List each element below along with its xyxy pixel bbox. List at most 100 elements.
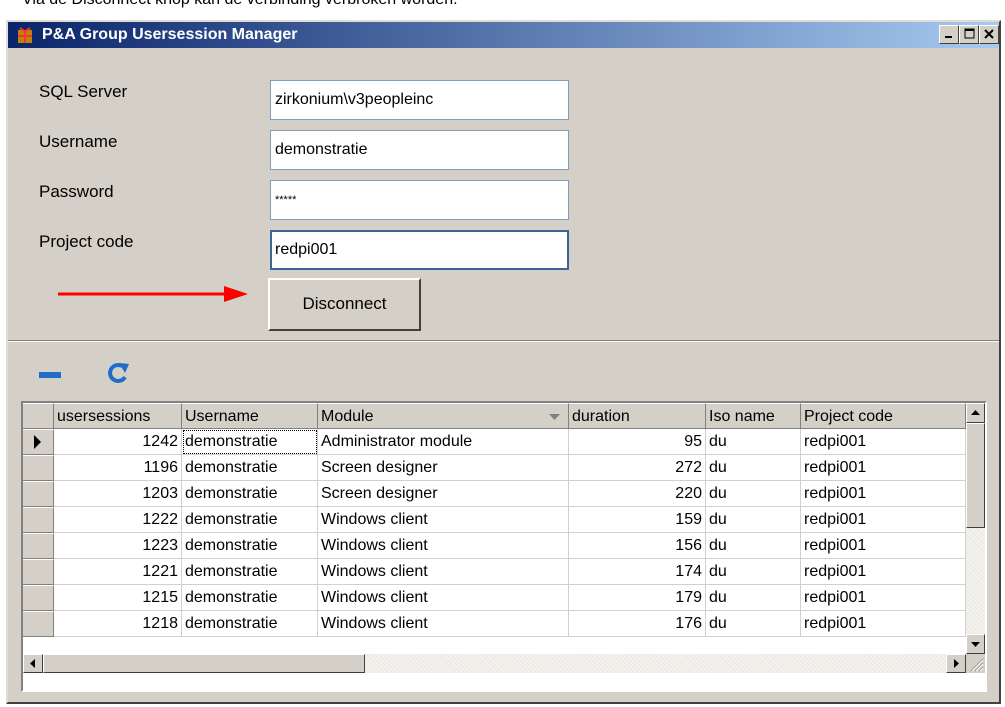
cell-username[interactable]: demonstratie (182, 455, 318, 481)
column-header-username[interactable]: Username (182, 403, 318, 429)
cell-duration[interactable]: 272 (569, 455, 706, 481)
cell-module[interactable]: Windows client (318, 507, 569, 533)
current-row-icon (34, 435, 41, 449)
remove-icon[interactable] (38, 370, 62, 380)
cell-usersessions[interactable]: 1221 (54, 559, 182, 585)
cell-duration[interactable]: 179 (569, 585, 706, 611)
cell-iso-name[interactable]: du (706, 559, 801, 585)
cell-duration[interactable]: 159 (569, 507, 706, 533)
password-label: Password (39, 182, 114, 201)
password-field[interactable]: ***** (270, 180, 569, 220)
title-bar[interactable]: P&A Group Usersession Manager (8, 22, 999, 48)
row-selector[interactable] (23, 507, 54, 533)
cell-iso-name[interactable]: du (706, 611, 801, 637)
cell-iso-name[interactable]: du (706, 507, 801, 533)
cell-project-code[interactable]: redpi001 (801, 429, 966, 455)
cell-duration[interactable]: 220 (569, 481, 706, 507)
sql-server-field[interactable]: zirkonium\v3peopleinc (270, 80, 569, 120)
minimize-icon (945, 36, 952, 38)
refresh-icon[interactable] (106, 362, 130, 384)
resize-grip[interactable] (966, 654, 985, 673)
resize-grip-icon (970, 658, 984, 672)
username-label: Username (39, 132, 118, 151)
column-header-module[interactable]: Module (318, 403, 569, 429)
row-selector[interactable] (23, 533, 54, 559)
column-header-duration[interactable]: duration (569, 403, 706, 429)
row-selector[interactable] (23, 611, 54, 637)
row-selector[interactable] (23, 585, 54, 611)
column-header-module-label: Module (321, 408, 374, 425)
vertical-scrollbar[interactable] (966, 403, 985, 654)
cell-iso-name[interactable]: du (706, 585, 801, 611)
cell-iso-name[interactable]: du (706, 533, 801, 559)
cell-project-code[interactable]: redpi001 (801, 507, 966, 533)
cell-project-code[interactable]: redpi001 (801, 559, 966, 585)
red-arrow-icon (58, 286, 248, 302)
close-icon (984, 29, 994, 39)
cell-project-code[interactable]: redpi001 (801, 585, 966, 611)
page-caption: Via de Disconnect knop kan de verbinding… (22, 0, 458, 9)
maximize-button[interactable] (959, 25, 979, 44)
cell-username[interactable]: demonstratie (182, 507, 318, 533)
cell-username[interactable]: demonstratie (182, 559, 318, 585)
project-code-label: Project code (39, 232, 134, 251)
cell-module[interactable]: Windows client (318, 533, 569, 559)
scroll-right-button[interactable] (946, 654, 966, 673)
cell-username[interactable]: demonstratie (182, 429, 318, 455)
column-header-usersessions[interactable]: usersessions (54, 403, 182, 429)
cell-module[interactable]: Administrator module (318, 429, 569, 455)
cell-project-code[interactable]: redpi001 (801, 455, 966, 481)
cell-usersessions[interactable]: 1203 (54, 481, 182, 507)
cell-module[interactable]: Screen designer (318, 481, 569, 507)
vertical-scroll-thumb[interactable] (966, 423, 985, 528)
arrow-up-icon (971, 410, 980, 415)
cell-username[interactable]: demonstratie (182, 585, 318, 611)
scroll-left-button[interactable] (23, 654, 43, 673)
cell-usersessions[interactable]: 1223 (54, 533, 182, 559)
cell-iso-name[interactable]: du (706, 481, 801, 507)
username-field[interactable]: demonstratie (270, 130, 569, 170)
cell-usersessions[interactable]: 1218 (54, 611, 182, 637)
sort-down-icon (549, 414, 560, 420)
close-button[interactable] (979, 25, 999, 44)
cell-module[interactable]: Windows client (318, 585, 569, 611)
cell-username[interactable]: demonstratie (182, 481, 318, 507)
app-window: P&A Group Usersession Manager SQL Server… (6, 20, 1001, 704)
sql-server-label: SQL Server (39, 82, 128, 101)
cell-usersessions[interactable]: 1196 (54, 455, 182, 481)
cell-duration[interactable]: 176 (569, 611, 706, 637)
horizontal-scroll-thumb[interactable] (43, 654, 365, 673)
column-header-iso-name[interactable]: Iso name (706, 403, 801, 429)
row-selector[interactable] (23, 455, 54, 481)
arrow-left-icon (30, 659, 35, 668)
cell-module[interactable]: Windows client (318, 611, 569, 637)
cell-duration[interactable]: 156 (569, 533, 706, 559)
cell-iso-name[interactable]: du (706, 455, 801, 481)
scroll-up-button[interactable] (966, 403, 985, 423)
cell-duration[interactable]: 174 (569, 559, 706, 585)
row-selector[interactable] (23, 481, 54, 507)
arrow-down-icon (971, 642, 980, 647)
cell-module[interactable]: Screen designer (318, 455, 569, 481)
cell-usersessions[interactable]: 1242 (54, 429, 182, 455)
cell-project-code[interactable]: redpi001 (801, 611, 966, 637)
cell-iso-name[interactable]: du (706, 429, 801, 455)
scroll-down-button[interactable] (966, 634, 985, 654)
app-icon (18, 27, 32, 43)
cell-module[interactable]: Windows client (318, 559, 569, 585)
cell-usersessions[interactable]: 1222 (54, 507, 182, 533)
cell-username[interactable]: demonstratie (182, 533, 318, 559)
cell-project-code[interactable]: redpi001 (801, 481, 966, 507)
cell-project-code[interactable]: redpi001 (801, 533, 966, 559)
row-selector[interactable] (23, 429, 54, 455)
cell-username[interactable]: demonstratie (182, 611, 318, 637)
project-code-field[interactable]: redpi001 (270, 230, 569, 270)
row-selector[interactable] (23, 559, 54, 585)
horizontal-scrollbar[interactable] (23, 654, 966, 673)
column-header-project-code[interactable]: Project code (801, 403, 966, 429)
disconnect-button[interactable]: Disconnect (268, 278, 421, 331)
minimize-button[interactable] (939, 25, 959, 44)
cell-duration[interactable]: 95 (569, 429, 706, 455)
cell-usersessions[interactable]: 1215 (54, 585, 182, 611)
window-title: P&A Group Usersession Manager (42, 26, 298, 43)
